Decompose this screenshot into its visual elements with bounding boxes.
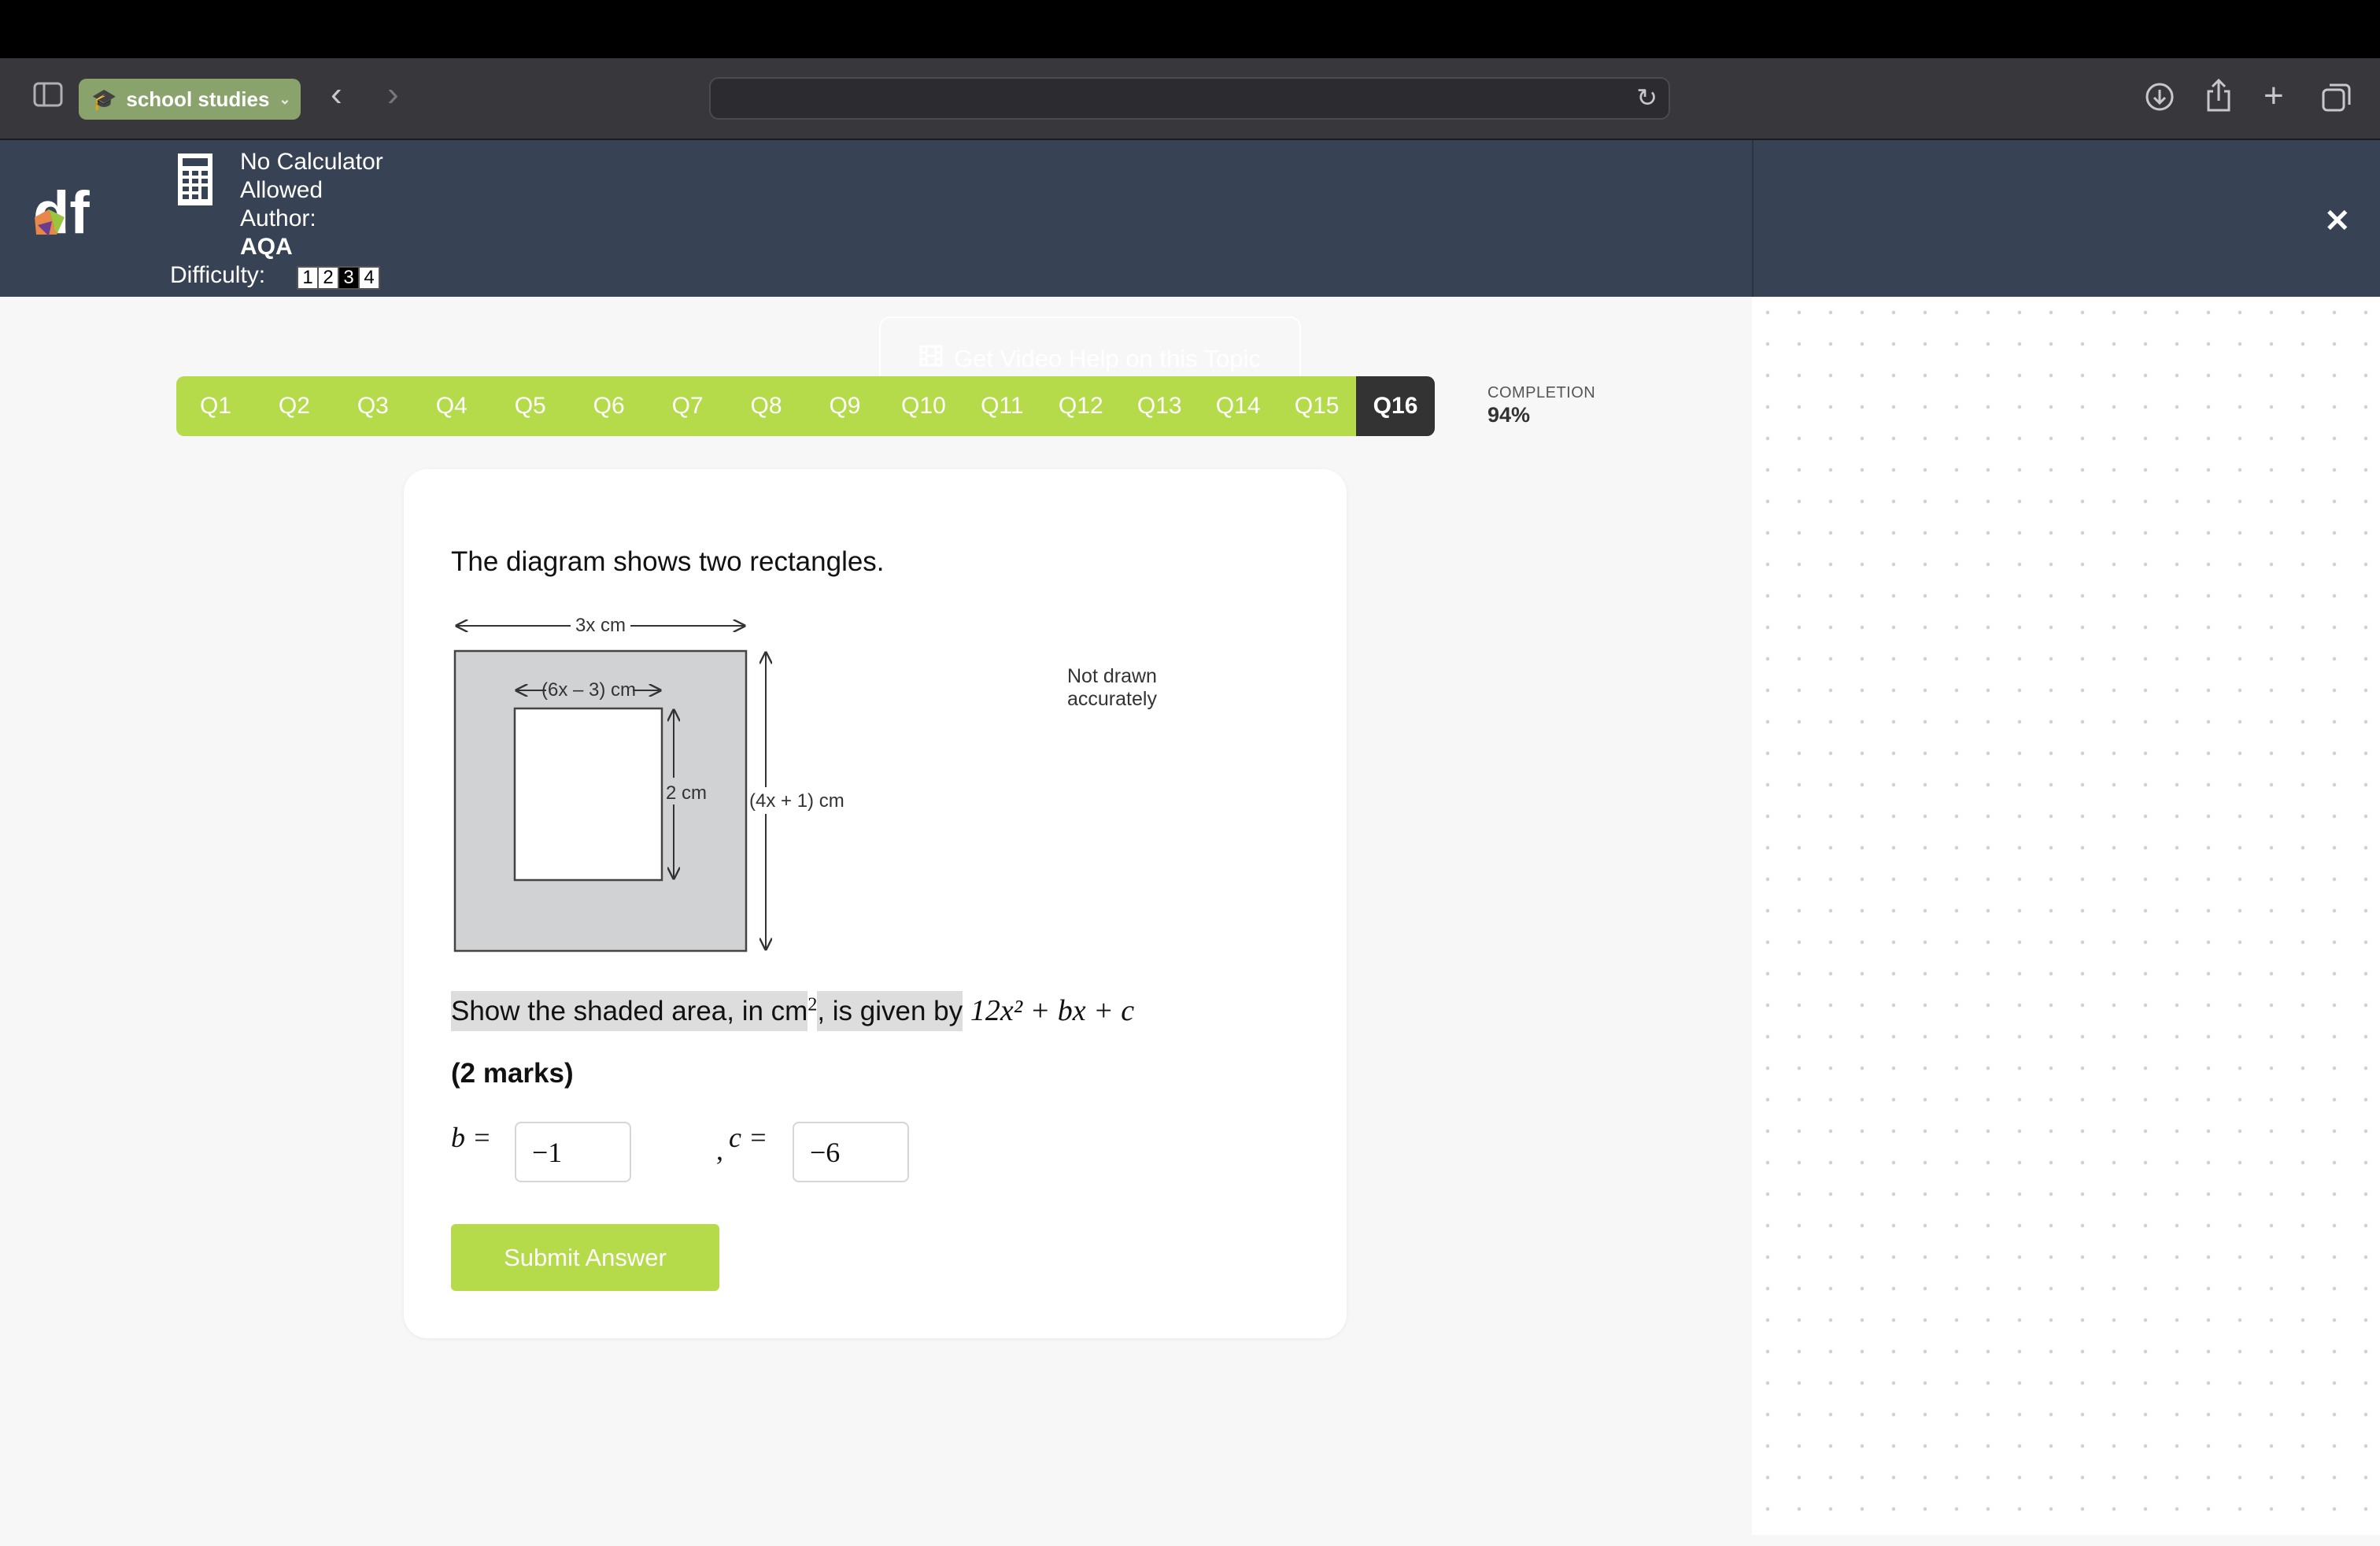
calculator-status-2: Allowed <box>240 177 323 203</box>
question-tab-q6[interactable]: Q6 <box>570 376 649 436</box>
difficulty-level: 1 <box>298 268 317 288</box>
question-tab-q3[interactable]: Q3 <box>334 376 412 436</box>
forward-icon[interactable]: › <box>387 77 399 112</box>
difficulty-level: 4 <box>360 268 379 288</box>
question-tab-q4[interactable]: Q4 <box>412 376 491 436</box>
logo: df <box>33 179 96 246</box>
question-tab-q16[interactable]: Q16 <box>1356 376 1435 436</box>
author-label: Author: <box>240 205 316 231</box>
rectangles-diagram: 3x cm (6x – 3) cm 2 cm (4x + 1) cm Not d… <box>453 614 1157 952</box>
c-label: c = <box>729 1122 768 1153</box>
chevron-down-icon: ⌄ <box>279 91 291 107</box>
difficulty-level: 2 <box>319 268 338 288</box>
completion-value: 94% <box>1488 403 1531 427</box>
not-drawn-note: Not drawn <box>1067 665 1157 687</box>
difficulty-level: 3 <box>339 268 358 288</box>
question-tab-q11[interactable]: Q11 <box>963 376 1041 436</box>
b-input[interactable]: −1 <box>515 1122 631 1182</box>
system-top-bar <box>0 0 2380 58</box>
expression: 12x² + bx + c <box>970 994 1135 1027</box>
question-tab-q5[interactable]: Q5 <box>491 376 570 436</box>
reload-icon[interactable]: ↻ <box>1636 85 1658 110</box>
drawing-canvas[interactable] <box>1752 297 2380 1535</box>
sidebar-toggle-icon[interactable] <box>33 82 63 113</box>
new-tab-icon[interactable]: + <box>2264 79 2284 113</box>
question-nav: Q1 Q2 Q3 Q4 Q5 Q6 Q7 Q8 Q9 Q10 Q11 Q12 Q13 Q14 Q15 Q16 <box>176 376 1435 436</box>
drawing-toolbar: T ✕ <box>1752 140 2380 401</box>
close-icon[interactable]: ✕ <box>2324 203 2351 239</box>
question-tab-q13[interactable]: Q13 <box>1120 376 1199 436</box>
share-icon[interactable] <box>2204 78 2234 117</box>
comma: , <box>716 1134 723 1166</box>
completion-label: COMPLETION <box>1488 384 1596 401</box>
difficulty-label: Difficulty: <box>170 262 266 288</box>
question-intro: The diagram shows two rectangles. <box>451 546 885 577</box>
marks: (2 marks) <box>451 1058 574 1089</box>
b-label: b = <box>451 1122 492 1153</box>
author-value: AQA <box>240 234 293 260</box>
calculator-icon <box>178 153 213 209</box>
question-tab-q9[interactable]: Q9 <box>806 376 885 436</box>
calculator-status: No Calculator <box>240 149 383 175</box>
not-drawn-note-2: accurately <box>1067 688 1157 710</box>
browser-toolbar: 🎓 school studies ⌄ ‹ › ↻ + <box>0 58 2380 140</box>
inner-height-label: 2 cm <box>666 782 707 804</box>
download-icon[interactable] <box>2145 82 2175 117</box>
question-tab-q14[interactable]: Q14 <box>1199 376 1277 436</box>
top-label: 3x cm <box>575 615 626 636</box>
tabs-overview-icon[interactable] <box>2322 82 2352 117</box>
inner-width-label: (6x – 3) cm <box>541 679 636 701</box>
graduation-cap-icon: 🎓 <box>91 87 117 111</box>
question-tab-q8[interactable]: Q8 <box>727 376 806 436</box>
c-input[interactable]: −6 <box>793 1122 909 1182</box>
profile-pill[interactable]: 🎓 school studies ⌄ <box>79 79 301 120</box>
question-tab-q1[interactable]: Q1 <box>176 376 255 436</box>
question-tab-q15[interactable]: Q15 <box>1277 376 1356 436</box>
question-tab-q12[interactable]: Q12 <box>1041 376 1120 436</box>
outer-height-label: (4x + 1) cm <box>749 790 844 812</box>
film-icon <box>919 344 943 374</box>
question-tab-q7[interactable]: Q7 <box>649 376 727 436</box>
submit-answer-button[interactable]: Submit Answer <box>451 1224 719 1291</box>
question-tab-q10[interactable]: Q10 <box>884 376 963 436</box>
question-tab-q2[interactable]: Q2 <box>255 376 334 436</box>
app-header: df No Calculator Allowed Author: AQA Dif… <box>0 140 1752 401</box>
difficulty-scale: 1234 <box>297 266 380 290</box>
question-prompt: Show the shaded area, in cm2, is given b… <box>451 991 1135 1031</box>
address-bar[interactable]: ↻ <box>709 77 1670 120</box>
back-icon[interactable]: ‹ <box>331 77 342 112</box>
inner-rectangle <box>513 707 663 882</box>
